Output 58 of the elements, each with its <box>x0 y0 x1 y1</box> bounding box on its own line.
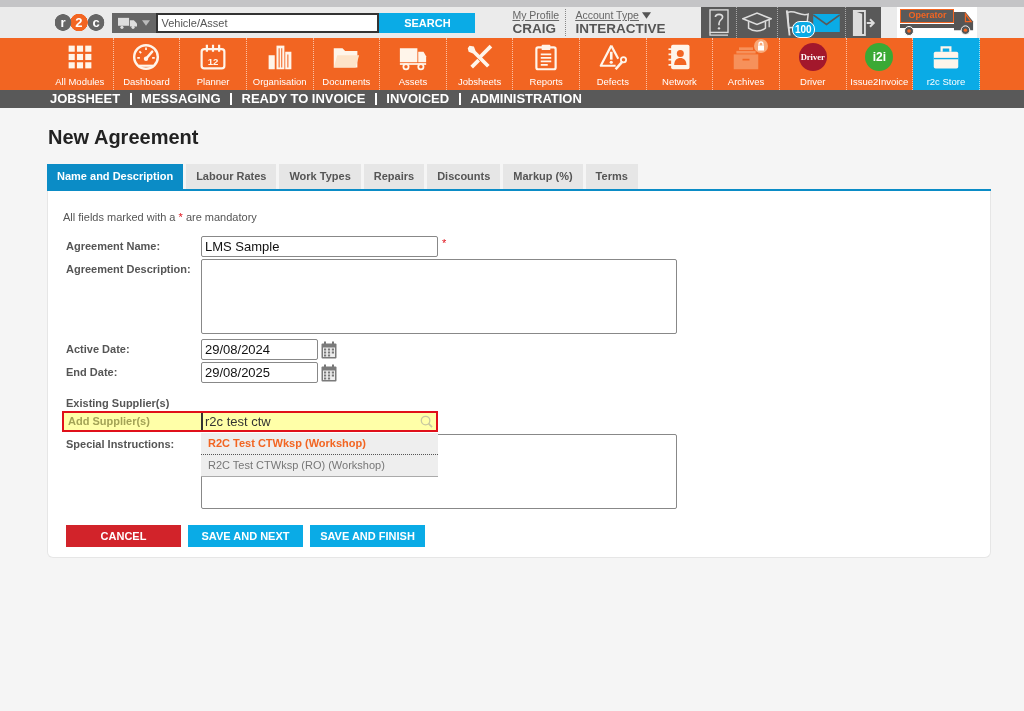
profile-link[interactable]: My Profile <box>512 9 560 21</box>
mandatory-note: All fields marked with a * are mandatory <box>63 210 258 224</box>
text-field[interactable]: LMS Sample <box>201 236 438 257</box>
calendar-icon[interactable] <box>321 364 337 382</box>
subnav-link[interactable]: MESSAGING <box>141 90 221 108</box>
subnav-link[interactable]: INVOICED <box>386 90 450 108</box>
user-name: CRAIG <box>512 21 556 36</box>
logo-disc: Driver <box>798 43 827 71</box>
tab[interactable]: Work Types <box>279 164 361 189</box>
notification-count: 100 <box>791 21 815 38</box>
field-label: End Date: <box>66 365 119 380</box>
tab[interactable]: Discounts <box>427 164 501 189</box>
graduation-cap-icon[interactable] <box>742 12 773 33</box>
account-type-value: INTERACTIVE <box>575 21 666 36</box>
calendar-icon[interactable] <box>321 341 337 359</box>
warning-wrench-icon <box>598 43 627 71</box>
speedometer-icon <box>132 43 161 71</box>
caret-icon <box>142 19 151 26</box>
tab[interactable]: Name and Description <box>47 164 184 189</box>
subnav-link[interactable]: READY TO INVOICE <box>241 90 366 108</box>
help-book-icon[interactable] <box>707 9 730 36</box>
tab[interactable]: Markup (%) <box>503 164 583 189</box>
field-label: Agreement Name: <box>66 239 162 254</box>
add-supplier-field[interactable]: Add Supplier(s) r2c test ctw <box>62 411 438 432</box>
caret-icon <box>641 11 651 19</box>
text-area[interactable] <box>201 259 677 334</box>
date-field[interactable]: 29/08/2025 <box>201 362 318 383</box>
search-button[interactable]: SEARCH <box>379 12 476 33</box>
supplier-search-field[interactable]: r2c test ctw <box>201 413 436 430</box>
date-field[interactable]: 29/08/2024 <box>201 339 318 360</box>
tab[interactable]: Labour Rates <box>186 164 277 189</box>
page-title: New Agreement <box>48 125 200 149</box>
briefcase-icon <box>931 43 960 71</box>
truck-icon <box>118 16 138 29</box>
account-type-link[interactable]: Account Type <box>575 9 651 21</box>
tab[interactable]: Repairs <box>363 164 425 189</box>
field-label: Add Supplier(s) <box>67 414 151 429</box>
mail-icon[interactable] <box>812 13 840 32</box>
required-mark: * <box>442 236 447 250</box>
operator-label: Operator <box>900 9 955 23</box>
save-button[interactable]: SAVE AND NEXT <box>188 525 303 547</box>
field-label: Active Date: <box>66 342 131 357</box>
field-label: Special Instructions: <box>66 437 176 452</box>
tab[interactable]: Terms <box>585 164 638 189</box>
vehicle-type-dropdown[interactable] <box>112 12 157 33</box>
exit-door-icon[interactable] <box>851 9 876 36</box>
cancel-button[interactable]: CANCEL <box>66 525 181 547</box>
module-link[interactable]: Archives <box>713 38 780 90</box>
subnav-link[interactable]: ADMINISTRATION <box>470 90 582 108</box>
tools-icon <box>465 43 494 71</box>
save-button[interactable]: SAVE AND FINISH <box>310 525 425 547</box>
subnav-link[interactable]: JOBSHEET <box>50 90 121 108</box>
search-icon <box>420 415 433 428</box>
vehicle-search-field[interactable]: Vehicle/Asset <box>156 12 380 33</box>
field-label: Agreement Description: <box>66 262 192 277</box>
logo-disc: i2i <box>865 43 894 71</box>
section-label: Existing Supplier(s) <box>66 397 171 410</box>
module-link[interactable]: r2c Store <box>913 38 980 90</box>
